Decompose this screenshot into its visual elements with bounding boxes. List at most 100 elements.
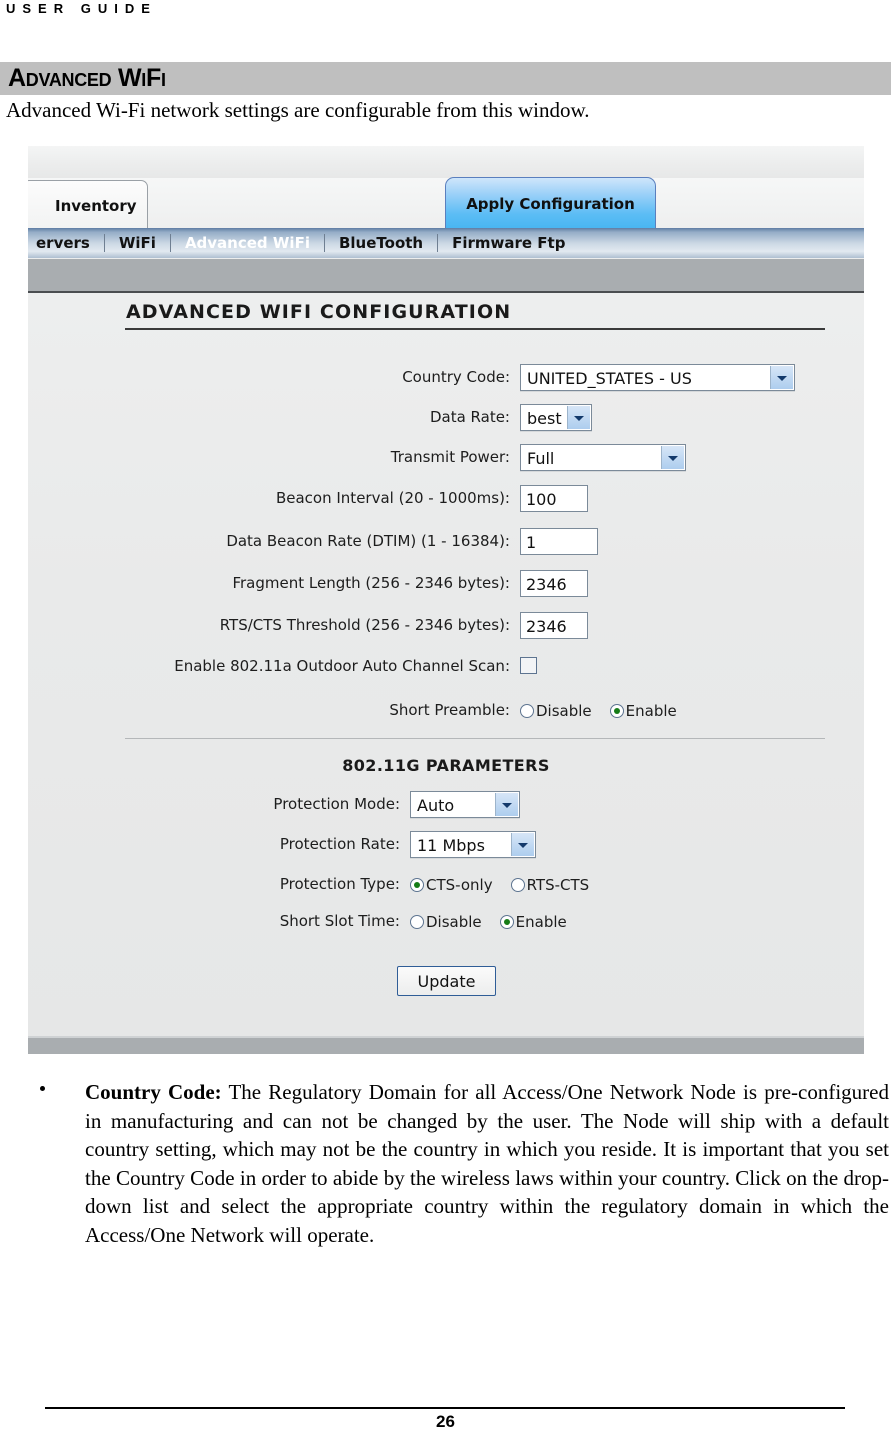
radio-short-slot-time-enable-label: Enable <box>515 912 567 931</box>
input-fragment-length[interactable]: 2346 <box>520 570 588 597</box>
select-protection-rate[interactable]: 11 Mbps <box>410 831 536 858</box>
nav-item-wifi[interactable]: WiFi <box>105 234 170 252</box>
panel-title: ADVANCED WIFI CONFIGURATION <box>126 301 512 323</box>
window-footer-band <box>28 1036 864 1054</box>
radio-dot-selected-icon <box>410 877 424 892</box>
radio-protection-type-rts-cts-label: RTS-CTS <box>526 875 590 894</box>
radio-protection-type-rts-cts[interactable]: RTS-CTS <box>510 875 590 894</box>
input-data-beacon-rate-value: 1 <box>526 533 537 552</box>
bullet-dot-icon <box>40 1086 45 1091</box>
select-transmit-power-value: Full <box>527 449 555 468</box>
label-outdoor-auto-channel-scan: Enable 802.11a Outdoor Auto Channel Scan… <box>174 657 510 675</box>
radio-short-preamble-disable-label: Disable <box>536 701 592 720</box>
field-row-protection-rate: Protection Rate: 11 Mbps <box>28 831 864 861</box>
label-beacon-interval: Beacon Interval (20 - 1000ms): <box>275 489 510 507</box>
label-protection-type: Protection Type: <box>279 875 400 893</box>
label-rts-cts-threshold: RTS/CTS Threshold (256 - 2346 bytes): <box>219 616 510 634</box>
radio-group-protection-type: CTS-only RTS-CTS <box>410 871 589 898</box>
select-protection-mode-value: Auto <box>417 796 455 815</box>
chevron-down-icon[interactable] <box>511 833 534 856</box>
input-beacon-interval[interactable]: 100 <box>520 485 588 512</box>
label-protection-mode: Protection Mode: <box>273 795 400 813</box>
input-rts-cts-threshold[interactable]: 2346 <box>520 612 588 639</box>
radio-dot-icon <box>520 703 534 718</box>
nav-item-bluetooth[interactable]: BlueTooth <box>325 234 437 252</box>
radio-dot-selected-icon <box>609 703 624 718</box>
section-divider <box>125 738 825 739</box>
checkbox-outdoor-auto-channel-scan[interactable] <box>520 657 537 674</box>
radio-group-short-preamble: Disable Enable <box>520 697 677 724</box>
nav-item-advanced-wifi[interactable]: Advanced WiFi <box>171 234 324 252</box>
select-transmit-power[interactable]: Full <box>520 444 686 471</box>
select-protection-rate-value: 11 Mbps <box>417 836 485 855</box>
field-row-protection-mode: Protection Mode: Auto <box>28 791 864 821</box>
select-data-rate[interactable]: best <box>520 404 592 431</box>
section-heading-title: Advanced WiFi <box>8 64 166 92</box>
tab-inventory[interactable]: Inventory <box>28 180 148 228</box>
tab-inventory-label: Inventory <box>55 197 137 215</box>
window-top-strip <box>28 146 864 178</box>
radio-dot-icon <box>510 877 525 892</box>
radio-dot-selected-icon <box>499 914 514 929</box>
chevron-down-icon[interactable] <box>567 406 590 429</box>
bullet-item-country-code: Country Code: The Regulatory Domain for … <box>40 1078 889 1249</box>
subsection-title-802-11g: 802.11G PARAMETERS <box>342 756 550 775</box>
footer-rule <box>45 1407 845 1409</box>
panel-title-rule <box>125 328 825 330</box>
select-data-rate-value: best <box>527 409 562 428</box>
application-screenshot-figure: Inventory Apply Configuration ervers WiF… <box>28 146 864 1054</box>
field-row-fragment-length: Fragment Length (256 - 2346 bytes): 2346 <box>28 570 864 600</box>
label-fragment-length: Fragment Length (256 - 2346 bytes): <box>232 574 510 592</box>
update-button[interactable]: Update <box>397 966 496 996</box>
bullet-term: Country Code: <box>85 1080 222 1104</box>
radio-protection-type-cts-only[interactable]: CTS-only <box>410 876 493 894</box>
running-head: USER GUIDE <box>6 1 157 16</box>
field-row-data-beacon-rate: Data Beacon Rate (DTIM) (1 - 16384): 1 <box>28 528 864 558</box>
radio-short-slot-time-enable[interactable]: Enable <box>499 912 567 931</box>
field-row-outdoor-auto-channel-scan: Enable 802.11a Outdoor Auto Channel Scan… <box>28 653 864 683</box>
chevron-down-icon[interactable] <box>770 366 793 389</box>
field-row-data-rate: Data Rate: best <box>28 404 864 434</box>
label-short-preamble: Short Preamble: <box>389 701 510 719</box>
label-data-beacon-rate: Data Beacon Rate (DTIM) (1 - 16384): <box>226 532 510 550</box>
field-row-country-code: Country Code: UNITED_STATES - US <box>28 364 864 394</box>
radio-short-preamble-enable[interactable]: Enable <box>609 701 677 720</box>
radio-short-preamble-enable-label: Enable <box>625 701 677 720</box>
input-fragment-length-value: 2346 <box>526 575 567 594</box>
select-country-code-value: UNITED_STATES - US <box>527 369 692 388</box>
radio-protection-type-cts-only-label: CTS-only <box>426 875 493 894</box>
intro-paragraph: Advanced Wi-Fi network settings are conf… <box>6 98 590 122</box>
update-button-label: Update <box>417 972 476 991</box>
radio-short-preamble-disable[interactable]: Disable <box>520 702 592 720</box>
secondary-navbar: ervers WiFi Advanced WiFi BlueTooth Firm… <box>28 228 864 258</box>
bullet-body: The Regulatory Domain for all Access/One… <box>85 1080 889 1247</box>
field-row-beacon-interval: Beacon Interval (20 - 1000ms): 100 <box>28 485 864 515</box>
label-transmit-power: Transmit Power: <box>390 448 510 466</box>
input-data-beacon-rate[interactable]: 1 <box>520 528 598 555</box>
nav-item-servers[interactable]: ervers <box>28 234 104 252</box>
chevron-down-icon[interactable] <box>495 793 518 816</box>
label-protection-rate: Protection Rate: <box>279 835 400 853</box>
field-row-rts-cts-threshold: RTS/CTS Threshold (256 - 2346 bytes): 23… <box>28 612 864 642</box>
label-short-slot-time: Short Slot Time: <box>279 912 400 930</box>
radio-group-short-slot-time: Disable Enable <box>410 908 567 935</box>
input-rts-cts-threshold-value: 2346 <box>526 617 567 636</box>
navbar-shadow-band <box>28 259 864 293</box>
field-row-protection-type: Protection Type: CTS-only RTS-CTS <box>28 871 864 901</box>
radio-short-slot-time-disable[interactable]: Disable <box>410 913 482 931</box>
field-row-short-preamble: Short Preamble: Disable Enable <box>28 697 864 727</box>
page-number: 26 <box>436 1412 455 1431</box>
chevron-down-icon[interactable] <box>661 446 684 469</box>
label-data-rate: Data Rate: <box>429 408 510 426</box>
label-country-code: Country Code: <box>402 368 510 386</box>
select-country-code[interactable]: UNITED_STATES - US <box>520 364 795 391</box>
input-beacon-interval-value: 100 <box>526 490 557 509</box>
tab-apply-configuration[interactable]: Apply Configuration <box>445 177 656 228</box>
nav-item-firmware-ftp[interactable]: Firmware Ftp <box>438 234 579 252</box>
radio-dot-icon <box>410 914 424 929</box>
radio-short-slot-time-disable-label: Disable <box>426 912 482 931</box>
field-row-transmit-power: Transmit Power: Full <box>28 444 864 474</box>
field-row-short-slot-time: Short Slot Time: Disable Enable <box>28 908 864 938</box>
tab-apply-configuration-label: Apply Configuration <box>466 195 635 213</box>
select-protection-mode[interactable]: Auto <box>410 791 520 818</box>
